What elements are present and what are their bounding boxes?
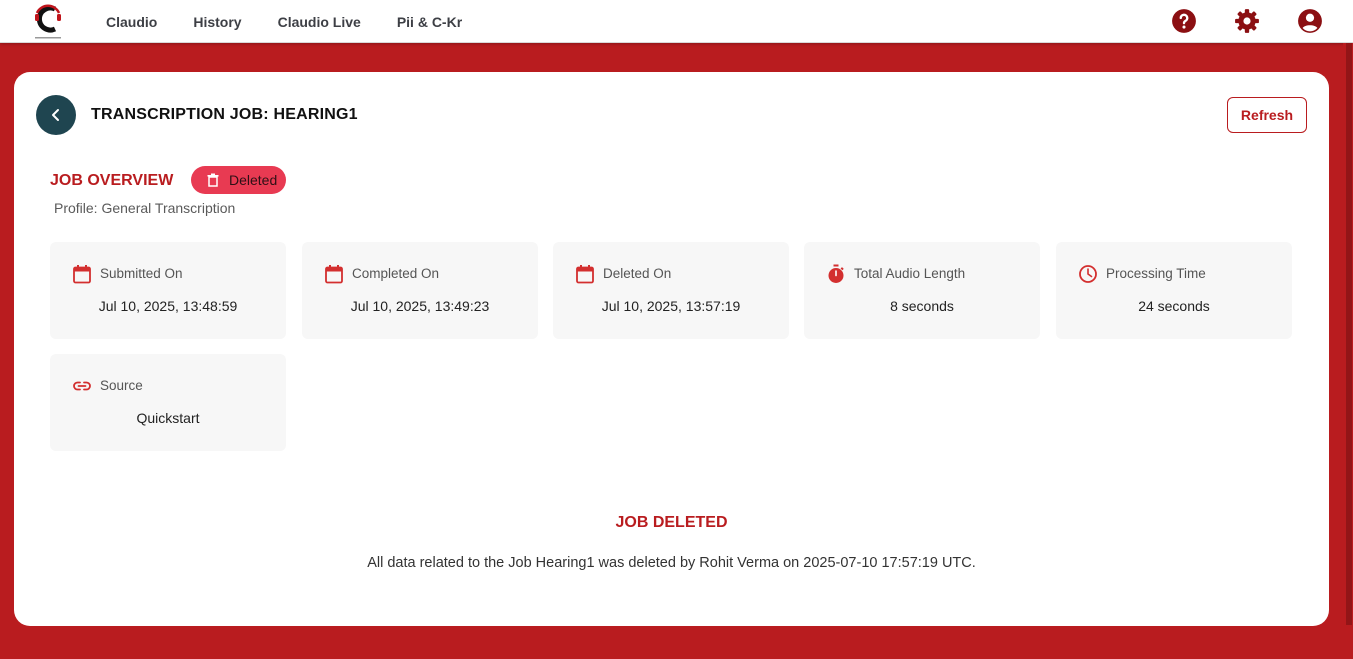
scrollbar-track[interactable]	[1346, 43, 1352, 625]
stat-value: 24 seconds	[1138, 298, 1210, 314]
settings-icon[interactable]	[1234, 8, 1260, 34]
stat-value: 8 seconds	[890, 298, 954, 314]
refresh-button[interactable]: Refresh	[1227, 97, 1307, 133]
nav-item-history[interactable]: History	[193, 14, 241, 30]
job-detail-card: TRANSCRIPTION JOB: HEARING1 Refresh JOB …	[14, 72, 1329, 626]
stat-processing-time: Processing Time 24 seconds	[1056, 242, 1292, 339]
status-badge-label: Deleted	[229, 172, 278, 188]
scrollbar[interactable]	[1343, 43, 1353, 659]
trash-icon	[207, 173, 219, 187]
nav-item-pii-c-kr[interactable]: Pii & C-Kr	[397, 14, 462, 30]
stat-deleted-on: Deleted On Jul 10, 2025, 13:57:19	[553, 242, 789, 339]
stat-total-audio-length: Total Audio Length 8 seconds	[804, 242, 1040, 339]
timer-icon	[828, 264, 844, 283]
calendar-icon	[576, 265, 594, 284]
link-icon	[73, 381, 91, 391]
claudio-logo[interactable]	[33, 3, 63, 41]
stat-value: Jul 10, 2025, 13:57:19	[601, 298, 741, 314]
top-navbar: Claudio History Claudio Live Pii & C-Kr	[0, 0, 1353, 43]
back-button[interactable]	[36, 95, 76, 135]
stat-submitted-on: Submitted On Jul 10, 2025, 13:48:59	[50, 242, 286, 339]
profile-text: Profile: General Transcription	[54, 200, 236, 216]
status-badge: Deleted	[191, 166, 286, 194]
stat-label: Completed On	[352, 266, 440, 281]
job-deleted-heading: JOB DELETED	[615, 514, 728, 531]
stat-value: Jul 10, 2025, 13:48:59	[98, 298, 238, 314]
page-title: TRANSCRIPTION JOB: HEARING1	[91, 106, 358, 123]
clock-icon	[1079, 265, 1097, 283]
stat-label: Deleted On	[603, 266, 672, 281]
stat-label: Submitted On	[100, 266, 183, 281]
account-icon[interactable]	[1297, 8, 1323, 34]
calendar-icon	[325, 265, 343, 284]
job-deleted-message: All data related to the Job Hearing1 was…	[367, 555, 976, 571]
nav-item-claudio[interactable]: Claudio	[106, 14, 157, 30]
top-actions	[1134, 8, 1323, 34]
chevron-left-icon	[52, 109, 59, 121]
nav-item-claudio-live[interactable]: Claudio Live	[278, 14, 361, 30]
help-icon[interactable]	[1171, 8, 1197, 34]
job-overview-heading: JOB OVERVIEW	[50, 172, 174, 189]
stat-label: Processing Time	[1106, 266, 1206, 281]
calendar-icon	[73, 265, 91, 284]
main-nav: Claudio History Claudio Live Pii & C-Kr	[106, 0, 498, 43]
stat-label: Source	[100, 378, 143, 393]
stat-source: Source Quickstart	[50, 354, 286, 451]
stat-value: Jul 10, 2025, 13:49:23	[350, 298, 490, 314]
stat-label: Total Audio Length	[854, 266, 966, 281]
stat-value: Quickstart	[136, 410, 200, 426]
stat-completed-on: Completed On Jul 10, 2025, 13:49:23	[302, 242, 538, 339]
